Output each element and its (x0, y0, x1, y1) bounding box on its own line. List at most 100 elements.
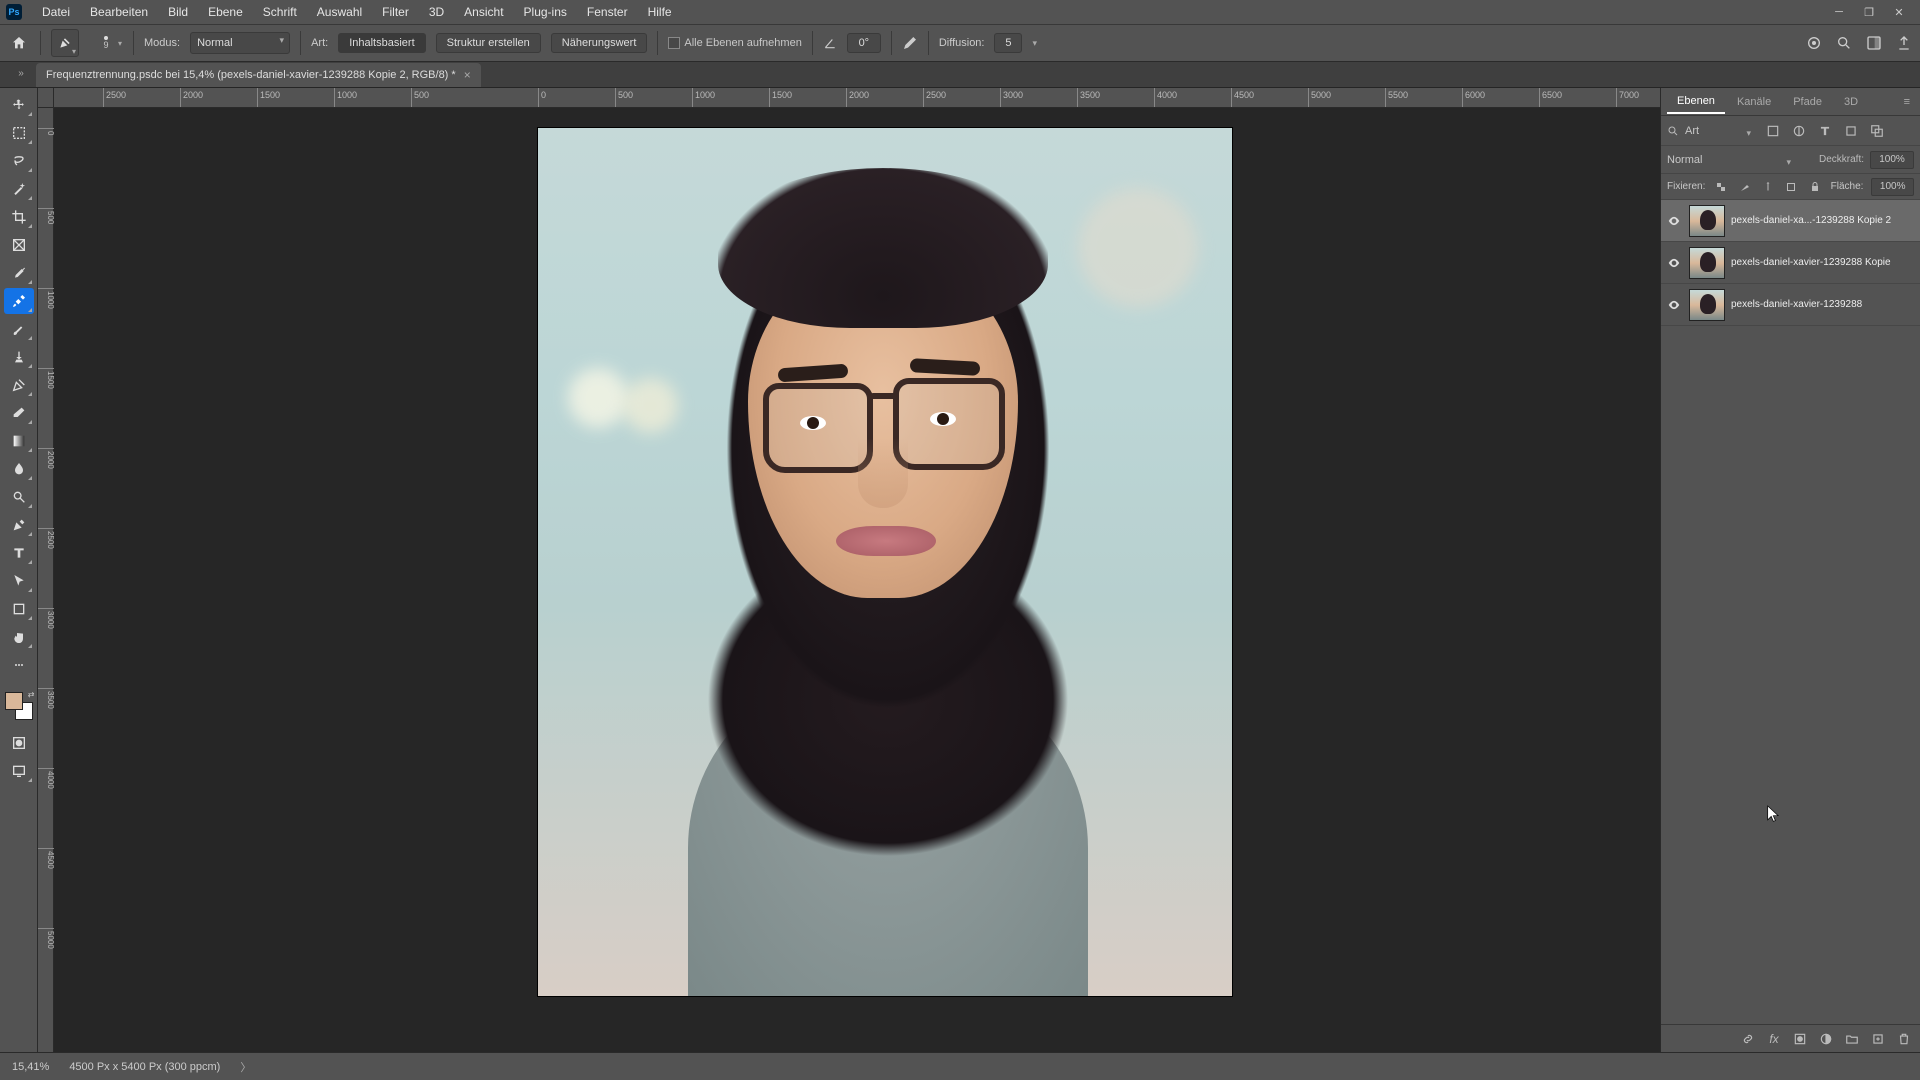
move-tool[interactable] (4, 92, 34, 118)
lock-transparency-icon[interactable] (1713, 179, 1728, 195)
document-tab[interactable]: Frequenztrennung.psdc bei 15,4% (pexels-… (36, 63, 481, 87)
blur-tool[interactable] (4, 456, 34, 482)
document-canvas[interactable] (538, 128, 1232, 996)
status-menu-icon[interactable]: 〉 (240, 1059, 251, 1075)
layer-name[interactable]: pexels-daniel-xa...-1239288 Kopie 2 (1731, 215, 1916, 226)
path-selection-tool[interactable] (4, 568, 34, 594)
layer-thumbnail[interactable] (1689, 247, 1725, 279)
eyedropper-tool[interactable] (4, 260, 34, 286)
menu-schrift[interactable]: Schrift (253, 5, 307, 19)
foreground-color-swatch[interactable] (5, 692, 23, 710)
tab-kanaele[interactable]: Kanäle (1727, 91, 1781, 113)
link-layers-icon[interactable] (1740, 1031, 1756, 1047)
filter-shape-icon[interactable] (1841, 121, 1861, 141)
fill-value[interactable]: 100% (1871, 178, 1914, 196)
window-close-button[interactable]: ✕ (1884, 2, 1914, 22)
share-icon[interactable] (1896, 35, 1912, 51)
layer-thumbnail[interactable] (1689, 205, 1725, 237)
filter-type-icon[interactable] (1815, 121, 1835, 141)
ellipsis-tool[interactable] (4, 652, 34, 678)
menu-filter[interactable]: Filter (372, 5, 419, 19)
sample-all-layers-checkbox[interactable]: Alle Ebenen aufnehmen (668, 37, 801, 49)
marquee-tool[interactable] (4, 120, 34, 146)
window-minimize-button[interactable]: ─ (1824, 2, 1854, 22)
layer-thumbnail[interactable] (1689, 289, 1725, 321)
lock-position-icon[interactable] (1760, 179, 1775, 195)
opacity-value[interactable]: 100% (1870, 151, 1914, 169)
cloud-docs-icon[interactable] (1806, 35, 1822, 51)
pen-tool[interactable] (4, 512, 34, 538)
layer-blend-mode-dropdown[interactable]: Normal (1667, 154, 1797, 166)
lasso-tool[interactable] (4, 148, 34, 174)
swap-colors-icon[interactable]: ⇄ (28, 690, 35, 699)
menu-datei[interactable]: Datei (32, 5, 80, 19)
menu-plugins[interactable]: Plug-ins (514, 5, 577, 19)
menu-auswahl[interactable]: Auswahl (307, 5, 372, 19)
layer-style-icon[interactable]: fx (1766, 1031, 1782, 1047)
menu-bearbeiten[interactable]: Bearbeiten (80, 5, 158, 19)
new-group-icon[interactable] (1844, 1031, 1860, 1047)
lock-all-icon[interactable] (1807, 179, 1822, 195)
crop-tool[interactable] (4, 204, 34, 230)
panel-menu-icon[interactable]: ≡ (1900, 96, 1914, 108)
filter-smart-icon[interactable] (1867, 121, 1887, 141)
tab-pfade[interactable]: Pfade (1783, 91, 1832, 113)
home-button[interactable] (8, 32, 30, 54)
search-icon[interactable] (1667, 125, 1679, 137)
eraser-tool[interactable] (4, 400, 34, 426)
frame-tool[interactable] (4, 232, 34, 258)
angle-input[interactable] (847, 33, 881, 53)
ruler-origin[interactable] (38, 88, 54, 108)
vertical-ruler[interactable]: 0 500 1000 1500 2000 2500 3000 3500 4000… (38, 108, 54, 1052)
type-create-texture-button[interactable]: Struktur erstellen (436, 33, 541, 53)
layer-visibility-icon[interactable] (1665, 296, 1683, 314)
tab-3d[interactable]: 3D (1834, 91, 1868, 113)
search-icon[interactable] (1836, 35, 1852, 51)
magic-wand-tool[interactable] (4, 176, 34, 202)
layer-visibility-icon[interactable] (1665, 254, 1683, 272)
tab-collapse-button[interactable]: » (14, 64, 28, 82)
menu-bild[interactable]: Bild (158, 5, 198, 19)
tab-ebenen[interactable]: Ebenen (1667, 90, 1725, 114)
layer-visibility-icon[interactable] (1665, 212, 1683, 230)
layer-row[interactable]: pexels-daniel-xavier-1239288 (1661, 284, 1920, 326)
brush-tool[interactable] (4, 316, 34, 342)
document-tab-close-icon[interactable]: × (464, 68, 471, 82)
filter-type-dropdown[interactable]: Art (1685, 125, 1757, 137)
brush-preset-picker[interactable]: 9 ▾ (89, 29, 123, 57)
menu-ebene[interactable]: Ebene (198, 5, 253, 19)
canvas-area[interactable]: 2500 2000 1500 1000 500 0 500 1000 1500 … (38, 88, 1660, 1052)
filter-pixel-icon[interactable] (1763, 121, 1783, 141)
filter-adjustment-icon[interactable] (1789, 121, 1809, 141)
layer-row[interactable]: pexels-daniel-xa...-1239288 Kopie 2 (1661, 200, 1920, 242)
tool-preset-picker[interactable]: ▾ (51, 29, 79, 57)
lock-artboard-icon[interactable] (1784, 179, 1799, 195)
lock-pixels-icon[interactable] (1737, 179, 1752, 195)
clone-stamp-tool[interactable] (4, 344, 34, 370)
spot-healing-brush-tool[interactable] (4, 288, 34, 314)
pressure-size-icon[interactable] (902, 35, 918, 51)
blend-mode-dropdown[interactable]: Normal (190, 32, 290, 54)
menu-hilfe[interactable]: Hilfe (638, 5, 682, 19)
gradient-tool[interactable] (4, 428, 34, 454)
zoom-level[interactable]: 15,41% (12, 1061, 49, 1073)
adjustment-layer-icon[interactable] (1818, 1031, 1834, 1047)
window-restore-button[interactable]: ❐ (1854, 2, 1884, 22)
screen-mode-tool[interactable] (4, 758, 34, 784)
horizontal-ruler[interactable]: 2500 2000 1500 1000 500 0 500 1000 1500 … (54, 88, 1660, 108)
rectangle-tool[interactable] (4, 596, 34, 622)
layer-row[interactable]: pexels-daniel-xavier-1239288 Kopie (1661, 242, 1920, 284)
layer-name[interactable]: pexels-daniel-xavier-1239288 Kopie (1731, 257, 1916, 268)
workspace-icon[interactable] (1866, 35, 1882, 51)
new-layer-icon[interactable] (1870, 1031, 1886, 1047)
hand-tool[interactable] (4, 624, 34, 650)
type-proximity-match-button[interactable]: Näherungswert (551, 33, 648, 53)
history-brush-tool[interactable] (4, 372, 34, 398)
layer-name[interactable]: pexels-daniel-xavier-1239288 (1731, 299, 1916, 310)
dodge-tool[interactable] (4, 484, 34, 510)
type-content-aware-button[interactable]: Inhaltsbasiert (338, 33, 425, 53)
quick-mask-tool[interactable] (4, 730, 34, 756)
diffusion-dropdown-icon[interactable]: ▾ (1032, 38, 1037, 49)
diffusion-input[interactable] (994, 33, 1022, 53)
menu-ansicht[interactable]: Ansicht (454, 5, 513, 19)
